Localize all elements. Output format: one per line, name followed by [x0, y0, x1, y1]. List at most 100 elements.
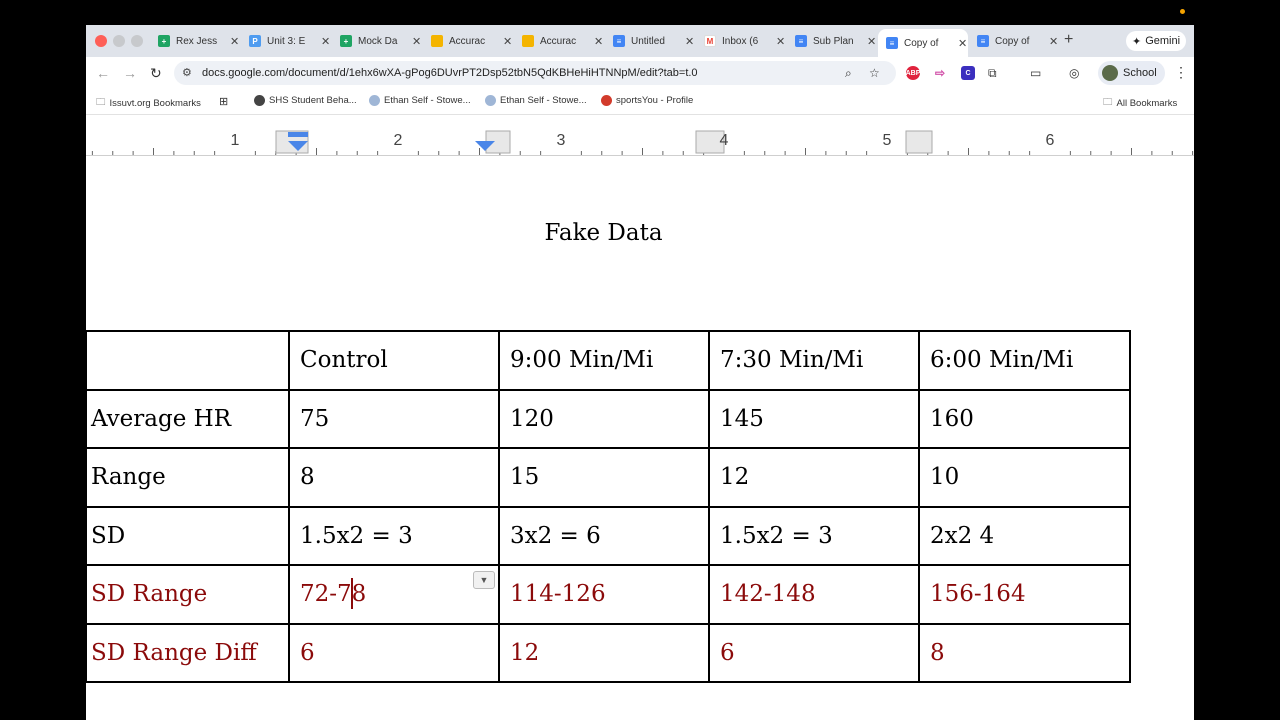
zoom-icon[interactable]: ⌕ [845, 66, 852, 81]
table-header-cell[interactable]: Control [288, 330, 500, 391]
row-label[interactable]: SD Range [86, 564, 290, 625]
close-icon[interactable]: ✕ [594, 35, 603, 48]
forward-arrow-icon[interactable]: → [123, 65, 137, 81]
row-label[interactable]: SD [86, 505, 290, 566]
tab-label: Mock Da [358, 35, 398, 47]
tab-label: Accurac [540, 35, 577, 47]
close-icon[interactable]: ✕ [1049, 35, 1058, 48]
tab-9[interactable]: ≡ Copy of ✕ [969, 29, 1059, 53]
bookmark-label: Ethan Self - Stowe... [384, 95, 471, 106]
profile-button[interactable]: School [1098, 61, 1165, 85]
tab-search-icon[interactable]: ▭ [1030, 66, 1041, 80]
close-icon[interactable]: ✕ [230, 35, 239, 48]
bookmark-star-icon[interactable]: ☆ [869, 66, 880, 80]
table-cell[interactable]: 8 [918, 622, 1131, 683]
tab-6[interactable]: M Inbox (6 ✕ [696, 29, 786, 53]
tab-5[interactable]: ≡ Untitled ✕ [605, 29, 695, 53]
table-cell[interactable]: 1.5x2 = 3 [708, 505, 920, 566]
browser-toolbar: ← → ↻ ⚙ docs.google.com/document/d/1ehx6… [86, 57, 1194, 89]
extension-c-icon[interactable]: C [961, 66, 975, 80]
gmail-icon: M [704, 35, 716, 47]
extensions-puzzle-icon[interactable]: ⧉ [988, 66, 997, 81]
close-icon[interactable]: ✕ [776, 35, 785, 48]
address-bar[interactable]: ⚙ docs.google.com/document/d/1ehx6wXA-gP… [174, 61, 896, 85]
sheets-icon: + [340, 35, 352, 47]
back-arrow-icon[interactable]: ← [96, 65, 110, 81]
table-cell[interactable]: 8 [288, 447, 500, 508]
tab-4[interactable]: Accurac ✕ [514, 29, 604, 53]
maximize-window-button[interactable] [131, 35, 143, 47]
close-window-button[interactable] [95, 35, 107, 47]
site-settings-icon[interactable]: ⚙ [182, 66, 192, 79]
bookmark-ethan-2[interactable]: Ethan Self - Stowe... [485, 95, 587, 106]
table-cell[interactable]: 3x2 = 6 [498, 505, 710, 566]
column-marker[interactable] [905, 130, 933, 154]
table-cell[interactable]: 156-164 [918, 564, 1131, 625]
first-line-indent-marker[interactable] [288, 132, 308, 137]
tab-2[interactable]: + Mock Da ✕ [332, 29, 422, 53]
table-cell[interactable]: 12 [498, 622, 710, 683]
bookmark-sportsyou[interactable]: sportsYou - Profile [601, 95, 693, 106]
table-cell[interactable]: 12 [708, 447, 920, 508]
performance-icon[interactable]: ◎ [1069, 66, 1079, 80]
row-label[interactable]: Average HR [86, 388, 290, 449]
table-header-cell[interactable]: 9:00 Min/Mi [498, 330, 710, 391]
bookmarks-bar: 🗀 Issuvt.org Bookmarks ⊞ SHS Student Beh… [86, 89, 1194, 115]
bookmark-issuvt[interactable]: 🗀 Issuvt.org Bookmarks [96, 95, 201, 111]
gemini-button[interactable]: ✦ Gemini [1126, 31, 1187, 51]
close-icon[interactable]: ✕ [321, 35, 330, 48]
bookmark-ethan-1[interactable]: Ethan Self - Stowe... [369, 95, 471, 106]
docs-icon: ≡ [613, 35, 625, 47]
close-icon[interactable]: ✕ [867, 35, 876, 48]
table-cell[interactable]: 120 [498, 388, 710, 449]
bookmark-shs[interactable]: SHS Student Beha... [254, 95, 357, 106]
tab-3[interactable]: Accurac ✕ [423, 29, 513, 53]
reload-icon[interactable]: ↻ [150, 65, 162, 82]
adblock-icon[interactable]: ABP [906, 66, 920, 80]
tab-0[interactable]: + Rex Jess ✕ [150, 29, 240, 53]
table-cell[interactable]: 10 [918, 447, 1131, 508]
tab-8-active[interactable]: ≡ Copy of ✕ [878, 29, 968, 57]
minimize-window-button[interactable] [113, 35, 125, 47]
table-cell[interactable]: 15 [498, 447, 710, 508]
table-header-cell[interactable]: 6:00 Min/Mi [918, 330, 1131, 391]
row-label[interactable]: SD Range Diff [86, 622, 290, 683]
tab-1[interactable]: P Unit 3: E ✕ [241, 29, 331, 53]
table-cell[interactable]: 75 [288, 388, 500, 449]
close-icon[interactable]: ✕ [685, 35, 694, 48]
ruler[interactable]: 1 2 3 4 5 6 [86, 116, 1194, 156]
apps-grid-icon: ⊞ [219, 96, 229, 108]
ruler-number: 6 [1046, 132, 1055, 149]
table-cell[interactable]: 6 [708, 622, 920, 683]
avatar [1102, 65, 1118, 81]
cell-menu-chevron-icon[interactable]: ▼ [473, 571, 495, 589]
all-bookmarks[interactable]: 🗀 All Bookmarks [1103, 95, 1177, 111]
tab-7[interactable]: ≡ Sub Plan ✕ [787, 29, 877, 53]
table-cell[interactable]: 72-78 [288, 564, 500, 625]
table-cell[interactable]: 2x2 4 [918, 505, 1131, 566]
close-icon[interactable]: ✕ [412, 35, 421, 48]
more-menu-icon[interactable]: ⋮ [1174, 64, 1188, 81]
table-cell[interactable]: 114-126 [498, 564, 710, 625]
data-table[interactable]: Control 9:00 Min/Mi 7:30 Min/Mi 6:00 Min… [86, 330, 1131, 683]
close-icon[interactable]: ✕ [958, 37, 967, 50]
table-cell[interactable]: 160 [918, 388, 1131, 449]
table-cell[interactable]: 6 [288, 622, 500, 683]
folder-icon: 🗀 [1103, 97, 1113, 108]
bookmark-apps[interactable]: ⊞ [219, 95, 228, 108]
pear-icon: P [249, 35, 261, 47]
new-tab-button[interactable]: + [1064, 31, 1073, 49]
tab-label: Accurac [449, 35, 486, 47]
close-icon[interactable]: ✕ [503, 35, 512, 48]
extension-arrow-icon[interactable]: ⇨ [933, 66, 947, 80]
browser-window: + Rex Jess ✕ P Unit 3: E ✕ + Mock Da ✕ A… [86, 25, 1194, 720]
table-cell[interactable]: 1.5x2 = 3 [288, 505, 500, 566]
document-title[interactable]: Fake Data [86, 220, 1121, 246]
table-header-cell[interactable]: 7:30 Min/Mi [708, 330, 920, 391]
row-label[interactable]: Range [86, 447, 290, 508]
table-cell[interactable]: 142-148 [708, 564, 920, 625]
table-cell[interactable] [86, 330, 290, 391]
profile-label: School [1123, 67, 1157, 79]
bookmark-label: Issuvt.org Bookmarks [109, 97, 201, 109]
table-cell[interactable]: 145 [708, 388, 920, 449]
